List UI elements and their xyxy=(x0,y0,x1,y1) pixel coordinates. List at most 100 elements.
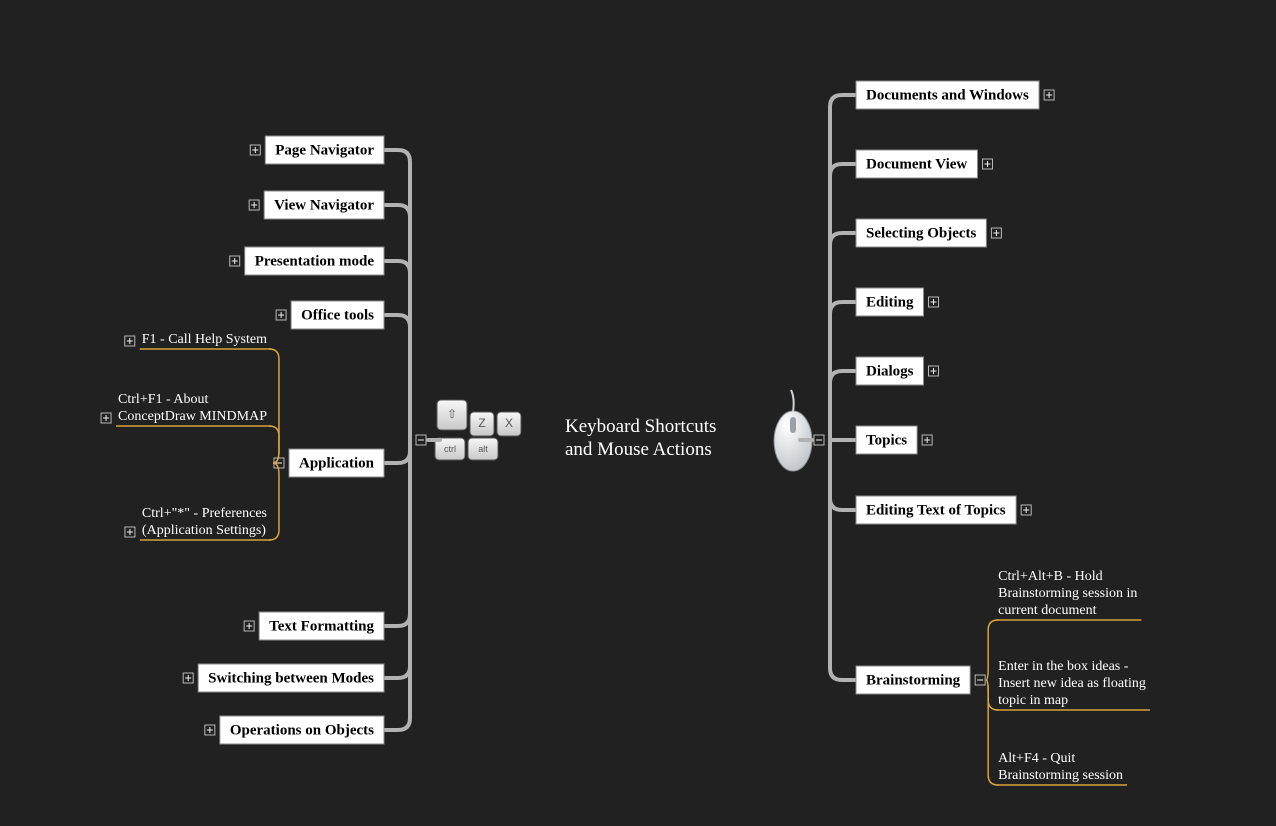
node-office-tools[interactable]: Office tools xyxy=(276,301,384,329)
svg-text:Switching between Modes: Switching between Modes xyxy=(208,670,374,686)
svg-text:Editing: Editing xyxy=(866,294,914,310)
svg-text:Editing Text of Topics: Editing Text of Topics xyxy=(866,502,1006,518)
leaf-brainstorming-1[interactable]: Enter in the box ideas - Insert new idea … xyxy=(998,659,1146,708)
svg-text:Dialogs: Dialogs xyxy=(866,363,914,379)
expander-brainstorming[interactable] xyxy=(975,675,985,685)
mouse-icon xyxy=(774,390,812,471)
node-operations-objects[interactable]: Operations on Objects xyxy=(205,716,384,744)
center-title-2: and Mouse Actions xyxy=(565,439,712,460)
svg-text:Brainstorming session in: Brainstorming session in xyxy=(998,586,1137,601)
svg-text:F1 - Call Help System: F1 - Call Help System xyxy=(142,332,267,347)
branch-brainstorming xyxy=(830,440,856,680)
node-page-navigator[interactable]: Page Navigator xyxy=(250,136,384,164)
leaf-expander-app-0[interactable] xyxy=(125,336,135,346)
keyboard-icon: ⇧ Z Xctrl alt xyxy=(435,400,521,460)
svg-text:Documents and Windows: Documents and Windows xyxy=(866,87,1029,103)
expander-operations-objects[interactable] xyxy=(205,725,215,735)
svg-text:alt: alt xyxy=(478,444,488,454)
leaf-branch-brain-2 xyxy=(986,680,998,785)
expander-page-navigator[interactable] xyxy=(250,145,260,155)
svg-text:Operations on Objects: Operations on Objects xyxy=(230,722,374,738)
branch-selecting-objects xyxy=(830,233,856,440)
branch-office-tools xyxy=(384,315,410,440)
expander-topics[interactable] xyxy=(922,435,932,445)
svg-text:Text Formatting: Text Formatting xyxy=(269,618,374,634)
node-document-view[interactable]: Document View xyxy=(856,150,993,178)
leaf-brainstorming-0[interactable]: Ctrl+Alt+B - Hold Brainstorming session i… xyxy=(998,569,1137,618)
node-presentation-mode[interactable]: Presentation mode xyxy=(230,247,384,275)
svg-text:Topics: Topics xyxy=(866,432,907,448)
svg-text:Ctrl+F1 - About: Ctrl+F1 - About xyxy=(118,392,208,407)
svg-text:(Application Settings): (Application Settings) xyxy=(142,523,266,538)
expander-document-view[interactable] xyxy=(983,159,993,169)
left-root-expander[interactable] xyxy=(416,435,426,445)
branch-documents-windows xyxy=(830,95,856,440)
expander-office-tools[interactable] xyxy=(276,310,286,320)
expander-documents-windows[interactable] xyxy=(1044,90,1054,100)
svg-text:topic in map: topic in map xyxy=(998,693,1068,708)
svg-text:Office tools: Office tools xyxy=(301,307,374,323)
svg-text:Document View: Document View xyxy=(866,156,967,172)
node-application[interactable]: Application xyxy=(274,449,384,477)
leaf-branch-brain-0 xyxy=(986,620,998,680)
svg-text:Presentation mode: Presentation mode xyxy=(255,253,375,269)
leaf-application-2[interactable]: Ctrl+"*" - Preferences (Application Setti… xyxy=(125,506,267,538)
node-text-formatting[interactable]: Text Formatting xyxy=(244,612,384,640)
branch-editing-text-topics xyxy=(830,440,856,510)
expander-view-navigator[interactable] xyxy=(249,200,259,210)
expander-dialogs[interactable] xyxy=(929,366,939,376)
node-selecting-objects[interactable]: Selecting Objects xyxy=(856,219,1001,247)
leaf-application-0[interactable]: F1 - Call Help System xyxy=(125,332,267,347)
svg-text:Selecting Objects: Selecting Objects xyxy=(866,225,977,241)
svg-text:Ctrl+"*" - Preferences: Ctrl+"*" - Preferences xyxy=(142,506,267,521)
branch-dialogs xyxy=(830,371,856,440)
svg-text:current document: current document xyxy=(998,603,1096,618)
expander-editing-text-topics[interactable] xyxy=(1021,505,1031,515)
node-documents-windows[interactable]: Documents and Windows xyxy=(856,81,1054,109)
svg-text:Page Navigator: Page Navigator xyxy=(275,142,374,158)
svg-text:Brainstorming: Brainstorming xyxy=(866,672,961,688)
leaf-application-1[interactable]: Ctrl+F1 - About ConceptDraw MINDMAP xyxy=(101,392,267,424)
svg-text:Ctrl+Alt+B - Hold: Ctrl+Alt+B - Hold xyxy=(998,569,1102,584)
expander-presentation-mode[interactable] xyxy=(230,256,240,266)
node-topics[interactable]: Topics xyxy=(856,426,932,454)
center-title: Keyboard Shortcuts xyxy=(565,416,716,437)
node-editing-text-topics[interactable]: Editing Text of Topics xyxy=(856,496,1031,524)
branch-presentation-mode xyxy=(384,261,410,440)
svg-text:Application: Application xyxy=(299,455,375,471)
svg-text:Insert new idea as floating: Insert new idea as floating xyxy=(998,676,1146,691)
right-root-expander[interactable] xyxy=(814,435,824,445)
leaf-brainstorming-2[interactable]: Alt+F4 - Quit Brainstorming session xyxy=(998,751,1123,783)
node-switching-modes[interactable]: Switching between Modes xyxy=(183,664,384,692)
leaf-branch-app-0 xyxy=(269,349,279,463)
branch-view-navigator xyxy=(384,205,410,440)
leaf-branch-app-2 xyxy=(269,463,279,540)
branch-page-navigator xyxy=(384,150,410,440)
branch-operations-objects xyxy=(384,440,410,730)
center-node[interactable]: ⇧ Z Xctrl alt Keyboard Shortcutsand Mouse Ac… xyxy=(435,390,812,471)
expander-editing[interactable] xyxy=(929,297,939,307)
svg-text:Alt+F4 - Quit: Alt+F4 - Quit xyxy=(998,751,1075,766)
svg-text:X: X xyxy=(505,416,513,430)
node-view-navigator[interactable]: View Navigator xyxy=(249,191,384,219)
branch-application xyxy=(384,440,410,463)
node-brainstorming[interactable]: Brainstorming xyxy=(856,666,985,694)
branch-switching-modes xyxy=(384,440,410,678)
svg-text:Enter in the box ideas -: Enter in the box ideas - xyxy=(998,659,1129,674)
leaf-expander-app-1[interactable] xyxy=(101,413,111,423)
leaf-expander-app-2[interactable] xyxy=(125,527,135,537)
svg-text:⇧: ⇧ xyxy=(447,407,457,421)
mindmap-canvas: ⇧ Z Xctrl alt Keyboard Shortcutsand Mouse Ac… xyxy=(0,0,1276,826)
expander-selecting-objects[interactable] xyxy=(991,228,1001,238)
leaf-branch-app-1 xyxy=(269,426,279,463)
branch-text-formatting xyxy=(384,440,410,626)
node-editing[interactable]: Editing xyxy=(856,288,939,316)
expander-text-formatting[interactable] xyxy=(244,621,254,631)
svg-text:ConceptDraw MINDMAP: ConceptDraw MINDMAP xyxy=(118,409,267,424)
svg-text:Z: Z xyxy=(478,416,485,430)
svg-text:ctrl: ctrl xyxy=(444,444,456,454)
node-dialogs[interactable]: Dialogs xyxy=(856,357,939,385)
expander-switching-modes[interactable] xyxy=(183,673,193,683)
svg-text:View Navigator: View Navigator xyxy=(274,197,374,213)
svg-text:Brainstorming session: Brainstorming session xyxy=(998,768,1123,783)
